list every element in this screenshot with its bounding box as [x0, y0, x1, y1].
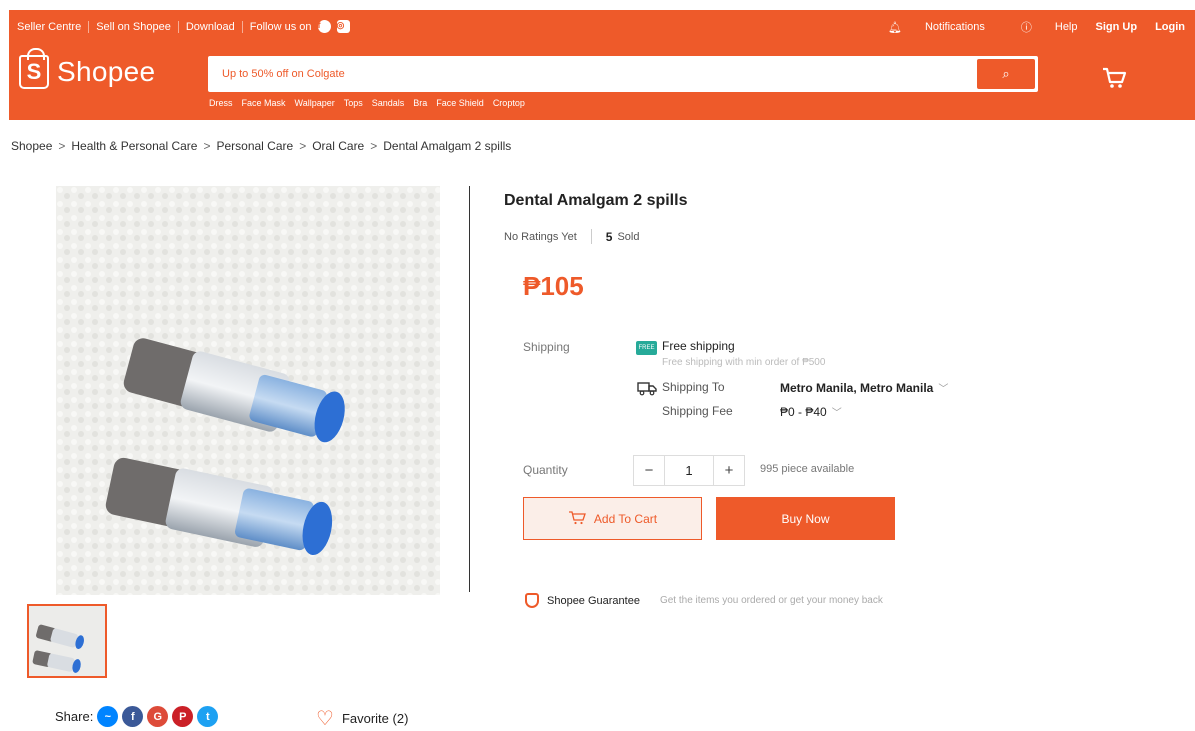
free-shipping-subtext: Free shipping with min order of ₱500: [662, 357, 826, 368]
divider: [241, 20, 243, 33]
sold-count: 5: [605, 229, 613, 244]
search-bar[interactable]: Up to 50% off on Colgate ⌕: [208, 56, 1038, 92]
shopee-guarantee[interactable]: Shopee Guarantee Get the items you order…: [525, 593, 883, 608]
follow-us-label: Follow us on: [249, 20, 312, 33]
quantity-decrement-button[interactable]: −: [634, 456, 664, 485]
chevron-down-icon: ﹀: [831, 408, 842, 419]
seller-centre-link[interactable]: Seller Centre: [17, 21, 81, 33]
product-image[interactable]: [56, 186, 440, 595]
buy-now-button[interactable]: Buy Now: [716, 497, 895, 540]
cart-icon[interactable]: [1101, 66, 1127, 96]
heart-icon: ♡: [316, 708, 334, 730]
keyword-link[interactable]: Dress: [209, 98, 233, 108]
breadcrumb-link[interactable]: Personal Care: [216, 139, 293, 153]
facebook-icon[interactable]: f: [317, 20, 331, 33]
divider: [177, 20, 179, 33]
breadcrumb-current: Dental Amalgam 2 spills: [383, 139, 512, 153]
shipping-fee-selector[interactable]: ₱0 - ₱40 ﹀: [780, 404, 842, 419]
divider: [88, 20, 90, 33]
keyword-link[interactable]: Bra: [413, 98, 427, 108]
logo-text: Shopee: [57, 56, 156, 87]
notifications-link[interactable]: 🔔︎ Notifications: [870, 21, 985, 34]
favorite-button[interactable]: ♡ Favorite (2): [316, 706, 408, 731]
rating-text: No Ratings Yet: [504, 230, 577, 243]
quantity-increment-button[interactable]: +: [714, 456, 744, 485]
chevron-right-icon: >: [203, 139, 211, 153]
sold-label: Sold: [617, 230, 640, 243]
keyword-link[interactable]: Wallpaper: [295, 98, 335, 108]
search-icon: ⌕: [1002, 66, 1010, 81]
instagram-icon[interactable]: ◎: [336, 20, 350, 33]
help-label: Help: [1054, 21, 1078, 33]
cart-plus-icon: [568, 510, 586, 528]
keyword-link[interactable]: Face Mask: [242, 98, 286, 108]
google-plus-icon[interactable]: G: [147, 706, 169, 727]
share-bar: Share: ~ f G P t: [55, 706, 219, 727]
add-to-cart-button[interactable]: Add To Cart: [523, 497, 702, 540]
divider: [590, 229, 592, 244]
top-bar: Seller Centre Sell on Shopee Download Fo…: [9, 10, 1195, 44]
breadcrumb-link[interactable]: Shopee: [11, 139, 52, 153]
keyword-link[interactable]: Sandals: [372, 98, 405, 108]
truck-icon: [637, 380, 657, 399]
quantity-input[interactable]: 1: [664, 456, 714, 485]
site-header: Seller Centre Sell on Shopee Download Fo…: [9, 10, 1195, 120]
keyword-link[interactable]: Face Shield: [436, 98, 484, 108]
facebook-icon[interactable]: f: [122, 706, 144, 727]
notifications-label: Notifications: [924, 21, 985, 33]
shield-icon: [525, 593, 539, 608]
chevron-right-icon: >: [299, 139, 307, 153]
breadcrumb-link[interactable]: Oral Care: [312, 139, 364, 153]
product-thumbnail[interactable]: [27, 604, 107, 678]
breadcrumb-link[interactable]: Health & Personal Care: [71, 139, 197, 153]
product-price: ₱105: [523, 271, 584, 301]
guarantee-title: Shopee Guarantee: [547, 594, 640, 607]
sign-up-link[interactable]: Sign Up: [1096, 21, 1138, 33]
search-keywords: Dress Face Mask Wallpaper Tops Sandals B…: [209, 98, 534, 108]
breadcrumb: Shopee > Health & Personal Care > Personal C…: [11, 139, 511, 153]
pinterest-icon[interactable]: P: [172, 706, 194, 727]
quantity-stepper: − 1 +: [633, 455, 745, 486]
guarantee-text: Get the items you ordered or get your mo…: [659, 595, 883, 606]
download-link[interactable]: Download: [186, 21, 235, 33]
chevron-right-icon: >: [370, 139, 378, 153]
rating-summary: No Ratings Yet 5 Sold: [504, 229, 640, 244]
shipping-to-selector[interactable]: Metro Manila, Metro Manila ﹀: [780, 380, 948, 395]
help-link[interactable]: ⓘ Help: [1003, 19, 1078, 35]
search-button[interactable]: ⌕: [977, 59, 1035, 89]
shopping-bag-logo-icon: S: [19, 48, 49, 89]
shipping-fee-value: ₱0 - ₱40: [780, 405, 827, 419]
shipping-label: Shipping: [523, 340, 570, 354]
keyword-link[interactable]: Croptop: [493, 98, 525, 108]
search-input[interactable]: Up to 50% off on Colgate: [222, 68, 345, 80]
keyword-link[interactable]: Tops: [344, 98, 363, 108]
sell-on-shopee-link[interactable]: Sell on Shopee: [96, 21, 171, 33]
chevron-down-icon: ﹀: [938, 384, 949, 395]
chevron-right-icon: >: [58, 139, 66, 153]
twitter-icon[interactable]: t: [197, 706, 219, 727]
divider: [469, 186, 470, 592]
favorite-label: Favorite (2): [341, 711, 409, 726]
bell-icon: 🔔︎: [887, 21, 902, 34]
messenger-icon[interactable]: ~: [97, 706, 119, 727]
add-to-cart-label: Add To Cart: [593, 511, 658, 526]
product-title: Dental Amalgam 2 spills: [504, 192, 688, 209]
help-icon: ⓘ: [1020, 22, 1032, 34]
free-shipping-text: Free shipping: [662, 339, 735, 353]
shipping-to-value: Metro Manila, Metro Manila: [780, 381, 934, 395]
shipping-to-label: Shipping To: [662, 380, 725, 394]
share-label: Share:: [55, 709, 94, 724]
shipping-fee-label: Shipping Fee: [662, 404, 733, 418]
shopee-logo[interactable]: S Shopee: [19, 48, 156, 89]
quantity-label: Quantity: [523, 463, 568, 477]
login-link[interactable]: Login: [1155, 21, 1185, 33]
free-shipping-icon: FREE: [636, 341, 657, 355]
stock-available: 995 piece available: [760, 463, 855, 475]
